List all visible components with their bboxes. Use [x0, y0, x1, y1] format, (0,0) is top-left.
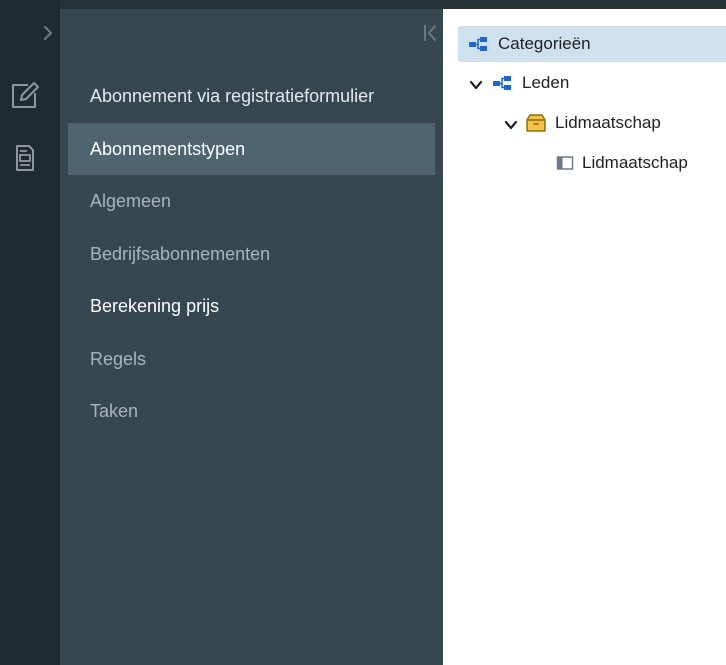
- sidebar-item-berekening-prijs[interactable]: Berekening prijs: [68, 280, 435, 333]
- sidebar-item-abonnementstypen[interactable]: Abonnementstypen: [68, 122, 435, 175]
- tree-node-lidmaatschap-group[interactable]: Lidmaatschap: [525, 105, 661, 141]
- edit-note-icon[interactable]: [8, 78, 42, 112]
- hierarchy-icon: [469, 37, 487, 51]
- tree-node-label: Leden: [522, 73, 570, 92]
- sidebar-item-regels[interactable]: Regels: [68, 333, 435, 386]
- top-bar: [0, 0, 726, 9]
- sidebar-panel: Abonnement via registratieformulier Abon…: [60, 9, 443, 665]
- tree-node-label: Lidmaatschap: [555, 113, 661, 132]
- tree-node-label: Categorieën: [498, 34, 591, 53]
- chevron-down-icon[interactable]: [504, 118, 518, 132]
- sidebar-item-bedrijfsabonnementen[interactable]: Bedrijfsabonnementen: [68, 228, 435, 281]
- category-tree: Categorieën Leden Lidmaatschap Lidmaatsc…: [443, 9, 726, 665]
- sidebar-item-abonnement-via-registratieformulier[interactable]: Abonnement via registratieformulier: [68, 70, 435, 123]
- package-icon: [526, 114, 546, 132]
- tree-node-lidmaatschap-item[interactable]: Lidmaatschap: [556, 145, 688, 181]
- tree-node-label: Lidmaatschap: [582, 153, 688, 172]
- chevron-right-icon[interactable]: [40, 22, 56, 44]
- sidebar-menu: Abonnement via registratieformulier Abon…: [68, 70, 435, 438]
- document-icon[interactable]: [8, 141, 42, 175]
- chevron-down-icon[interactable]: [469, 78, 483, 92]
- icon-rail: [0, 0, 60, 665]
- collapse-sidebar-icon[interactable]: [422, 21, 438, 45]
- sidebar-item-algemeen[interactable]: Algemeen: [68, 175, 435, 228]
- sidebar-item-taken[interactable]: Taken: [68, 385, 435, 438]
- panel-icon: [556, 156, 574, 170]
- hierarchy-icon: [493, 76, 511, 90]
- tree-node-leden[interactable]: Leden: [492, 65, 569, 101]
- tree-node-categorieen[interactable]: Categorieën: [458, 26, 726, 62]
